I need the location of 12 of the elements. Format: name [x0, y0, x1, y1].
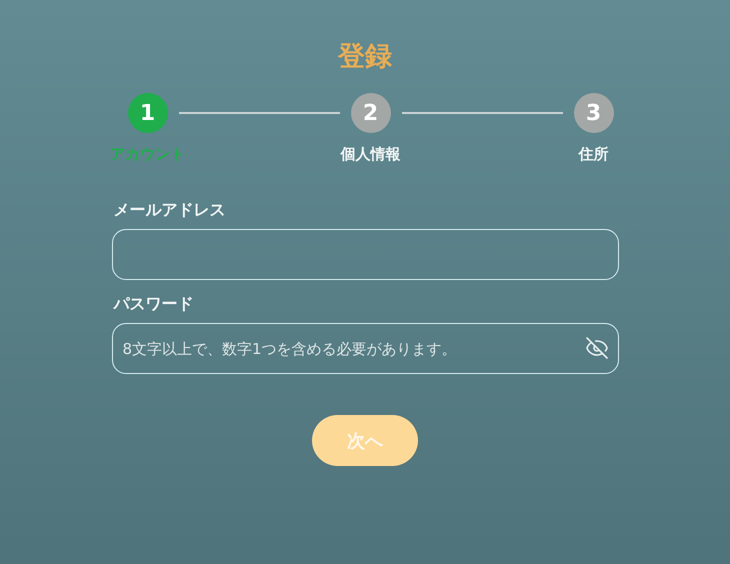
step-number: 3	[574, 93, 614, 133]
field-label: パスワード	[114, 294, 194, 314]
field-label: メールアドレス	[114, 200, 226, 220]
step-number: 1	[128, 93, 168, 133]
step-label: 住所	[578, 145, 608, 164]
page-title: 登録	[338, 40, 392, 74]
password-field[interactable]: 8文字以上で、数字1つを含める必要があります。	[112, 323, 618, 374]
email-field[interactable]	[112, 229, 618, 280]
step-label: 個人情報	[340, 145, 400, 164]
step-label: アカウント	[110, 145, 185, 164]
step-number: 2	[350, 93, 390, 133]
eye-off-icon[interactable]	[584, 336, 608, 360]
